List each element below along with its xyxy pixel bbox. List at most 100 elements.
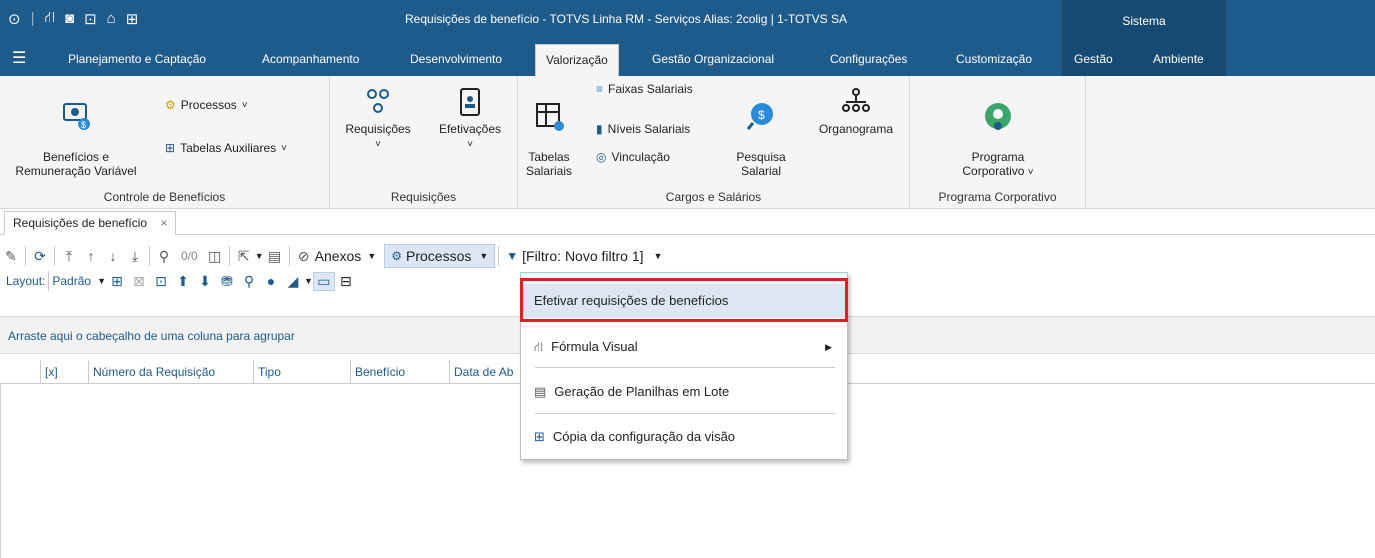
anexos-button[interactable]: Anexos [315,248,362,264]
add-layout-icon[interactable]: ⊞ [106,273,128,290]
upload-icon[interactable]: ⬆ [172,273,194,290]
tab-desenvolvimento[interactable]: Desenvolvimento [410,42,502,76]
chevron-down-icon[interactable]: ▼ [367,251,376,261]
programa-corporativo-button[interactable]: Programa Corporativo ˅ [928,86,1068,180]
link-icon: ◎ [596,150,607,164]
column-header-tipo[interactable]: Tipo [253,360,350,384]
chevron-down-icon[interactable]: ▼ [304,276,313,286]
download-icon[interactable]: ⬇ [194,273,216,290]
column-header-select[interactable]: [x] [40,360,88,384]
document-icon[interactable]: ▤ [264,248,286,265]
chart-icon[interactable]: ◢ [282,273,304,290]
hierarchy-icon[interactable]: ⛙ [44,9,55,28]
paint-icon[interactable]: ⛃ [216,273,238,290]
column-header-data-abertura[interactable]: Data de Ab [449,360,529,384]
tab-acompanhamento[interactable]: Acompanhamento [262,42,359,76]
first-record-icon[interactable]: ⤒ [58,248,80,265]
ribbon-group-cargos-salarios: Tabelas Salariais ≡ Faixas Salariais ▮ Nív… [518,76,910,209]
organograma-button[interactable]: Organograma [806,86,906,136]
vinculacao-button[interactable]: ◎ Vinculação [596,150,670,164]
toolbar-row-1: ✎ ⟳ ⤒ ↑ ↓ ⤓ ⚲ 0/0 ◫ ⇱ ▼ ▤ ⊘ Anexos ▼ ⚙ P… [0,244,662,268]
layout-select[interactable]: Padrão [52,274,91,288]
doc-tab-requisicoes[interactable]: Requisições de benefício × [4,211,177,235]
next-record-icon[interactable]: ↓ [102,248,124,264]
contact-book-icon [460,88,480,116]
quick-access-toolbar: ⊙ | ⛙ ◙ ⊡ ⌂ ⊞ [8,9,139,28]
chevron-down-icon[interactable]: ▼ [654,251,663,261]
window-icon[interactable]: ⊡ [84,10,97,28]
salary-table-icon [536,103,564,131]
processos-toolbar-button[interactable]: ⚙ Processos ▼ [384,244,496,268]
group-label: Controle de Benefícios [103,190,226,204]
ribbon: $ Benefícios e Remuneração Variável ⚙ Pr… [0,76,1375,209]
group-label: Cargos e Salários [665,190,762,204]
submenu-arrow-icon: ▶ [825,342,832,352]
menu-item-copia-configuracao[interactable]: ⊞ Cópia da configuração da visão [522,420,846,454]
column-header-numero[interactable]: Número da Requisição [88,360,253,384]
chevron-down-icon: ▼ [479,251,489,261]
edit-icon[interactable]: ✎ [0,248,22,265]
niveis-salariais-button[interactable]: ▮ Níveis Salariais [596,122,690,136]
filter-icon: ▼ [506,249,519,263]
menu-item-formula-visual[interactable]: ⛙ Fórmula Visual ▶ [522,330,846,364]
split-view-icon[interactable]: ⊟ [335,273,357,290]
tabelas-salariais-button[interactable]: Tabelas Salariais [524,86,574,178]
columns-icon[interactable]: ◫ [204,248,226,265]
processos-ribbon-button[interactable]: ⚙ Processos ˅ [165,98,248,112]
system-label[interactable]: Sistema [1062,0,1226,42]
column-header-beneficio[interactable]: Benefício [350,360,449,384]
beneficios-button[interactable]: $ Benefícios e Remuneração Variável [6,86,146,178]
svg-text:$: $ [758,108,765,122]
document-tabs: Requisições de benefício × [0,209,1375,235]
home-icon[interactable]: ⌂ [107,10,116,27]
calculator-icon[interactable]: ⊞ [126,10,139,28]
table-icon: ⊞ [165,141,176,155]
main-menu-tabs: ☰ Planejamento e Captação Acompanhamento… [0,42,1375,76]
tab-gestao-organizacional[interactable]: Gestão Organizacional [652,42,774,76]
previous-record-icon[interactable]: ↑ [80,248,102,264]
refresh-icon[interactable]: ⟳ [29,248,51,265]
requisicoes-button[interactable]: Requisições ˅ [338,86,418,152]
tab-configuracoes[interactable]: Configurações [830,42,907,76]
menu-item-efetivar[interactable]: Efetivar requisições de benefícios [522,284,846,318]
preview-icon[interactable]: ◙ [65,10,74,27]
chevron-down-icon[interactable]: ▼ [255,251,264,261]
menu-icon[interactable]: ☰ [12,42,26,76]
salary-range-icon: ≡ [596,82,604,96]
totvs-logo-icon[interactable]: ⊙ [8,10,21,28]
chevron-down-icon[interactable]: ▼ [97,276,106,286]
benefits-money-icon: $ [63,103,90,130]
faixas-salariais-button[interactable]: ≡ Faixas Salariais [596,82,693,96]
tab-valorizacao[interactable]: Valorização [535,44,619,76]
grid-copy-icon: ⊞ [534,429,545,444]
column-header-indicator [0,360,40,384]
tab-gestao[interactable]: Gestão [1074,42,1113,76]
pesquisa-salarial-button[interactable]: $ Pesquisa Salarial [728,86,794,178]
layout-label: Layout: [6,274,46,288]
tab-planejamento[interactable]: Planejamento e Captação [68,42,206,76]
delete-layout-icon[interactable]: ⊠ [128,273,150,290]
group-label: Programa Corporativo [938,190,1057,204]
export-icon[interactable]: ⇱ [233,248,255,265]
filter-button[interactable]: [Filtro: Novo filtro 1] [522,248,643,264]
close-tab-icon[interactable]: × [160,216,167,230]
pin-icon[interactable]: ⚲ [238,273,260,290]
colors-icon[interactable]: ● [260,273,282,289]
tab-ambiente[interactable]: Ambiente [1153,42,1204,76]
chevron-down-icon: ˅ [281,142,287,154]
last-record-icon[interactable]: ⤓ [124,248,146,265]
menu-item-geracao-planilhas[interactable]: ▤ Geração de Planilhas em Lote [522,375,846,409]
search-icon[interactable]: ⚲ [153,248,175,265]
toolbar-row-2: Layout: Padrão ▼ ⊞ ⊠ ⊡ ⬆ ⬇ ⛃ ⚲ ● ◢ ▼ ▭ ⊟ [0,270,357,292]
record-counter: 0/0 [181,249,198,263]
panel-bottom-icon[interactable]: ▭ [312,271,335,291]
ribbon-group-controle-beneficios: $ Benefícios e Remuneração Variável ⚙ Pr… [0,76,330,209]
people-exchange-icon [367,89,389,113]
efetivacoes-button[interactable]: Efetivações ˅ [428,86,512,152]
tab-customizacao[interactable]: Customização [956,42,1032,76]
save-layout-icon[interactable]: ⊡ [150,273,172,290]
corporate-program-icon [985,103,1011,130]
paperclip-icon: ⊘ [297,247,310,264]
tabelas-auxiliares-button[interactable]: ⊞ Tabelas Auxiliares ˅ [165,141,287,155]
svg-text:$: $ [81,120,86,130]
